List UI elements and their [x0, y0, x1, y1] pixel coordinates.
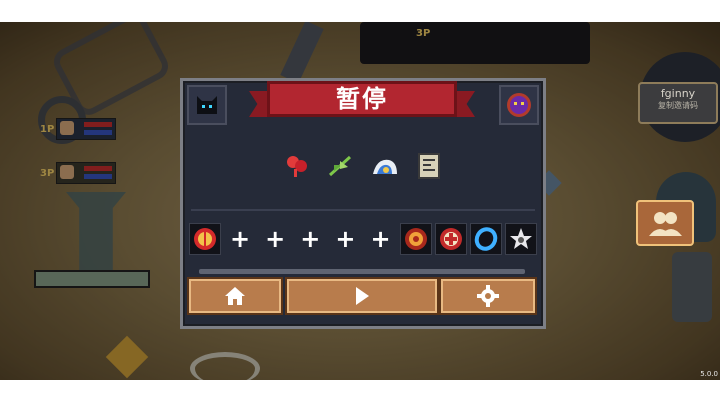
- star-emblem-icon: [509, 228, 532, 249]
- slot-1[interactable]: [189, 223, 221, 255]
- pause-button-row: [189, 279, 535, 315]
- play-icon: [356, 287, 369, 305]
- buff-slot[interactable]: [370, 151, 400, 181]
- fire-shield-icon: [404, 228, 427, 250]
- slot-4[interactable]: +: [294, 223, 326, 255]
- medic-badge-icon: [439, 228, 462, 250]
- green-leaves-icon: [328, 155, 352, 177]
- settings-button[interactable]: [441, 279, 535, 313]
- black-cat-icon: [197, 96, 217, 114]
- talent-slots: + + + + +: [189, 223, 537, 255]
- version-label: 5.0.0: [700, 370, 718, 378]
- red-shield-icon: [194, 228, 216, 250]
- slot-9[interactable]: [469, 223, 502, 255]
- scroll-note-icon: [418, 153, 440, 179]
- invite-name-tag[interactable]: fginny 复制邀请码: [638, 82, 718, 124]
- panel-scroll-track: [199, 269, 525, 274]
- pause-title-banner: 暂停: [249, 81, 475, 123]
- buff-list: [183, 151, 543, 181]
- slot-2[interactable]: +: [224, 223, 256, 255]
- gear-icon: [477, 285, 499, 307]
- blue-ring-icon: [474, 227, 498, 251]
- pause-panel: 暂停 + + + + +: [180, 78, 546, 329]
- slot-6[interactable]: +: [365, 223, 397, 255]
- home-icon: [225, 287, 245, 305]
- multiplayer-button[interactable]: [636, 200, 694, 246]
- boss-portrait: [499, 85, 539, 125]
- slot-7[interactable]: [399, 223, 432, 255]
- buff-slot[interactable]: [414, 151, 444, 181]
- character-portrait: [187, 85, 227, 125]
- slot-3[interactable]: +: [259, 223, 291, 255]
- game-scene: 3P 1P 3P fginny 复制邀请码 5.0.0 暂停 + + + + +: [0, 22, 720, 380]
- home-button[interactable]: [189, 279, 281, 313]
- panel-divider: [191, 209, 535, 211]
- slot-10[interactable]: [504, 223, 537, 255]
- pause-title: 暂停: [336, 85, 388, 113]
- blue-wave-icon: [373, 159, 397, 174]
- slot-5[interactable]: +: [329, 223, 361, 255]
- buff-slot[interactable]: [326, 151, 356, 181]
- friends-icon: [649, 212, 682, 236]
- slot-8[interactable]: [434, 223, 467, 255]
- resume-button[interactable]: [287, 279, 437, 313]
- red-feather-icon: [287, 156, 307, 177]
- copy-invite-code: 复制邀请码: [658, 101, 698, 110]
- purple-boss-icon: [507, 93, 531, 117]
- buff-slot[interactable]: [282, 151, 312, 181]
- player-name: fginny: [660, 87, 696, 100]
